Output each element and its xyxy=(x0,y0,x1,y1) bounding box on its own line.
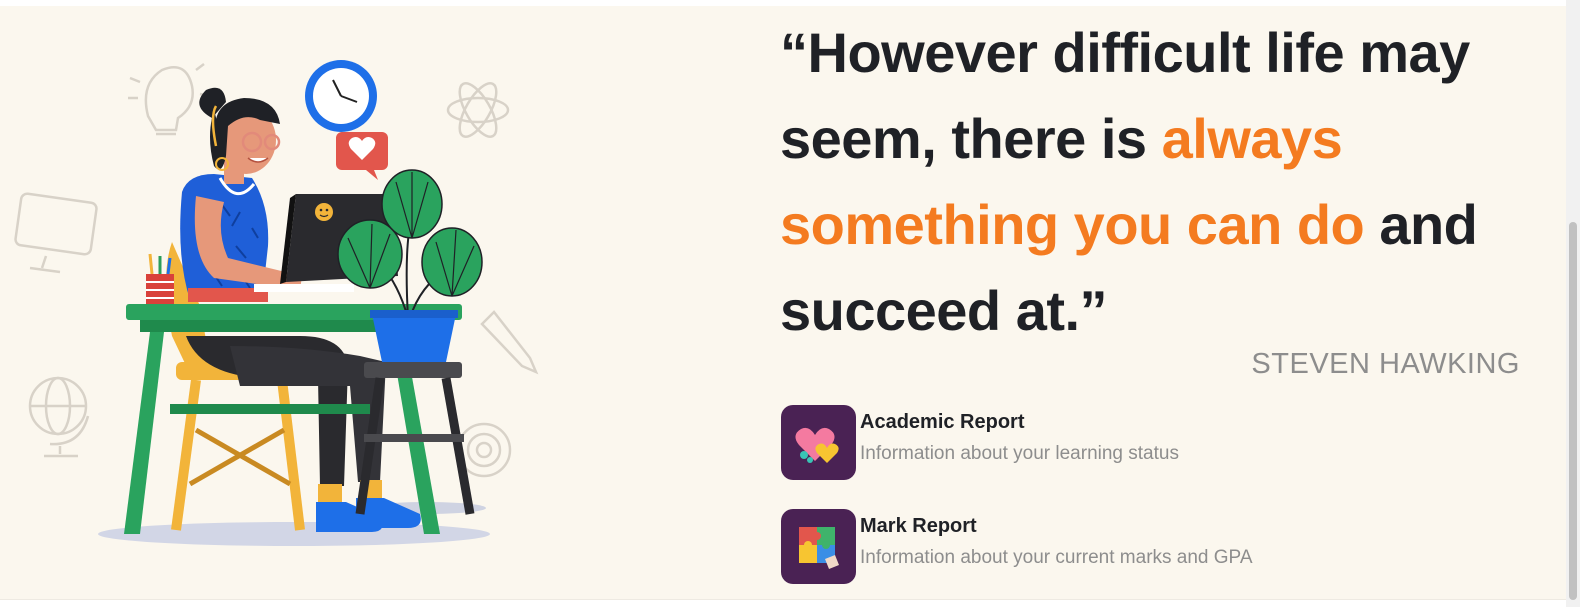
mark-report-card[interactable]: Mark Report Information about your curre… xyxy=(781,509,1381,585)
quote-author: STEVEN HAWKING xyxy=(1251,348,1520,380)
scrollbar-thumb[interactable] xyxy=(1569,222,1577,600)
clock-icon xyxy=(305,60,377,132)
academic-report-card[interactable]: Academic Report Information about your l… xyxy=(781,405,1381,481)
monitor-icon xyxy=(14,192,98,274)
atom-icon xyxy=(446,82,510,138)
lightbulb-icon xyxy=(128,63,211,136)
mark-report-title[interactable]: Mark Report xyxy=(860,515,977,538)
hearts-icon[interactable] xyxy=(781,405,856,480)
academic-report-description: Information about your learning status xyxy=(860,443,1179,464)
pencil-icon xyxy=(480,310,539,375)
woman-working-at-desk-illustration xyxy=(14,60,539,546)
mark-report-description: Information about your current marks and… xyxy=(860,547,1253,568)
globe-icon xyxy=(28,376,90,458)
quote-text-start: “However difficult life may seem, there … xyxy=(780,21,1470,170)
pencil-cup-icon xyxy=(146,253,174,306)
academic-report-title[interactable]: Academic Report xyxy=(860,411,1025,434)
puzzle-icon[interactable] xyxy=(781,509,856,584)
quote-text: “However difficult life may seem, there … xyxy=(780,10,1550,354)
heart-bubble-icon xyxy=(336,132,388,180)
bottom-border xyxy=(0,599,1566,607)
